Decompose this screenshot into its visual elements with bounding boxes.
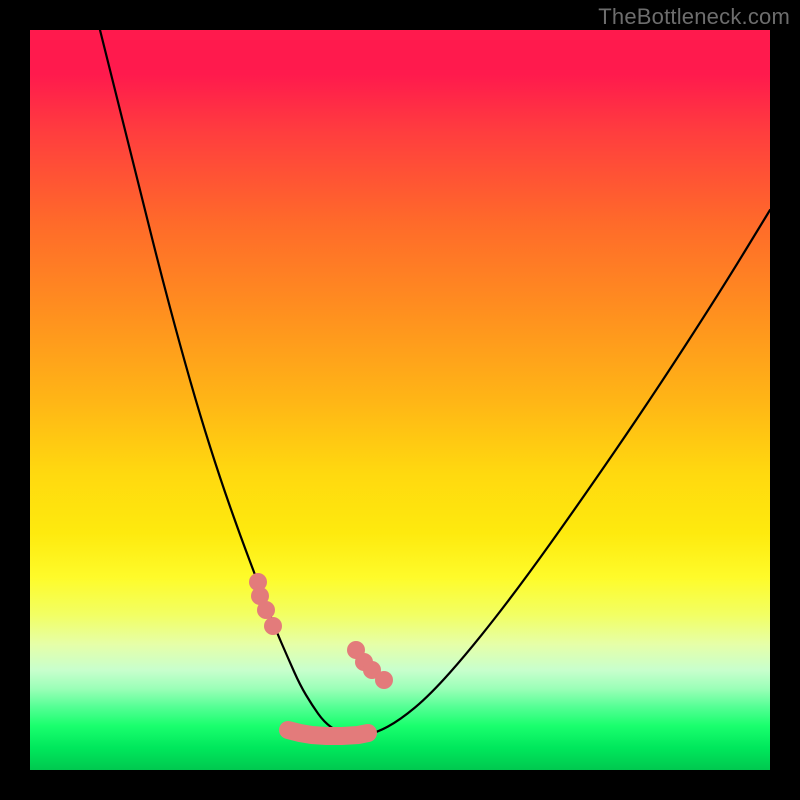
curve-marker <box>264 617 282 635</box>
highlight-dots-right <box>347 641 393 689</box>
highlight-band-bottom <box>288 730 368 736</box>
highlight-dots-left <box>249 573 282 635</box>
curve-marker <box>375 671 393 689</box>
watermark-text: TheBottleneck.com <box>598 4 790 30</box>
curve-marker <box>257 601 275 619</box>
bottleneck-curve <box>100 30 770 736</box>
chart-svg <box>30 30 770 770</box>
